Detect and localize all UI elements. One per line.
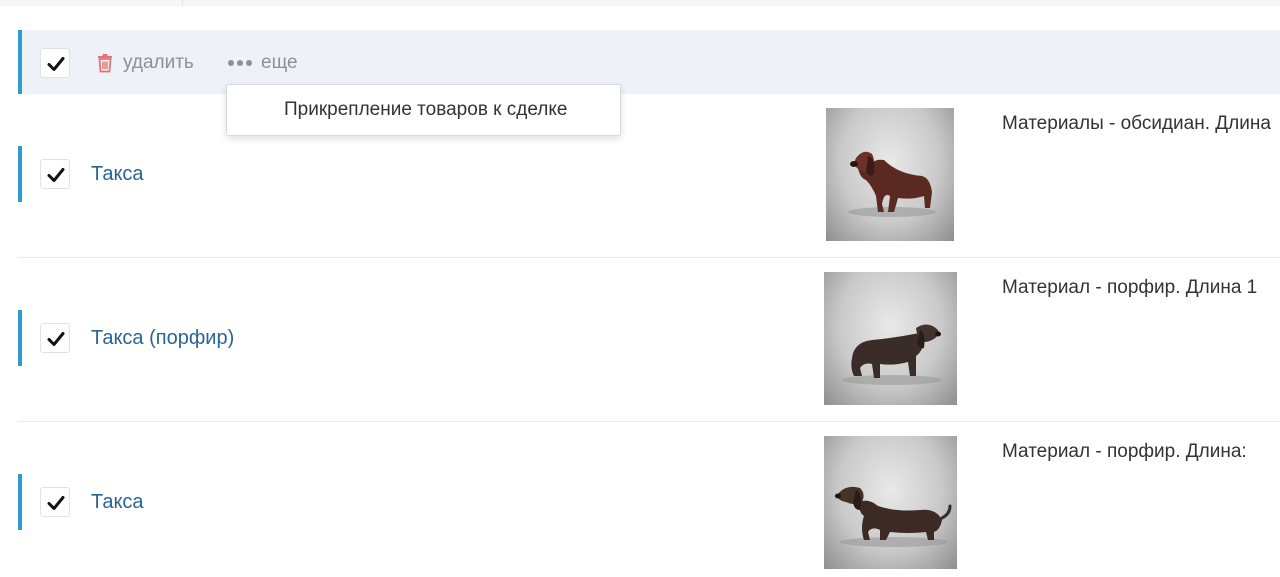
dachshund-figurine-image <box>842 324 942 385</box>
bulk-actions-toolbar: удалить еще <box>18 30 1280 94</box>
check-icon <box>47 168 65 182</box>
product-thumbnail[interactable] <box>824 272 957 405</box>
trash-icon <box>98 54 112 73</box>
dots-horizontal-icon <box>228 60 252 66</box>
check-icon <box>47 332 65 346</box>
more-actions-dropdown: Прикрепление товаров к сделке <box>226 84 621 136</box>
top-strip-divider <box>182 0 183 6</box>
menu-item-attach-products-to-deal[interactable]: Прикрепление товаров к сделке <box>227 85 620 135</box>
product-description: Материал - порфир. Длина 1 <box>1002 277 1258 298</box>
check-icon <box>47 57 65 71</box>
top-strip <box>0 0 1280 6</box>
select-all-checkbox[interactable] <box>40 48 70 78</box>
row-checkbox[interactable] <box>40 487 70 517</box>
product-name-link[interactable]: Такса <box>91 491 144 514</box>
delete-label: удалить <box>123 52 194 73</box>
dachshund-figurine-image <box>848 151 936 217</box>
row-accent <box>18 310 22 366</box>
product-list-page: удалить еще Прикрепление товаров к сделк… <box>0 0 1280 577</box>
more-label: еще <box>261 52 298 73</box>
product-description: Материал - порфир. Длина: <box>1002 441 1247 462</box>
table-row: Такса Материал - порфир. Длина: <box>18 422 1280 577</box>
check-icon <box>47 496 65 510</box>
row-accent <box>18 474 22 530</box>
product-name-link[interactable]: Такса (порфир) <box>91 327 234 350</box>
table-row: Такса Материалы - обсидиан. Длина <box>18 94 1280 258</box>
product-thumbnail[interactable] <box>826 108 954 241</box>
product-description: Материалы - обсидиан. Длина <box>1002 113 1271 134</box>
delete-button[interactable]: удалить <box>96 50 194 76</box>
row-checkbox[interactable] <box>40 159 70 189</box>
row-accent <box>18 146 22 202</box>
product-thumbnail[interactable] <box>824 436 957 569</box>
more-button[interactable]: еще <box>227 50 298 76</box>
dachshund-figurine-image <box>835 486 952 547</box>
row-checkbox[interactable] <box>40 323 70 353</box>
table-row: Такса (порфир) Материал - порфир. Длина … <box>18 258 1280 422</box>
product-name-link[interactable]: Такса <box>91 163 144 186</box>
